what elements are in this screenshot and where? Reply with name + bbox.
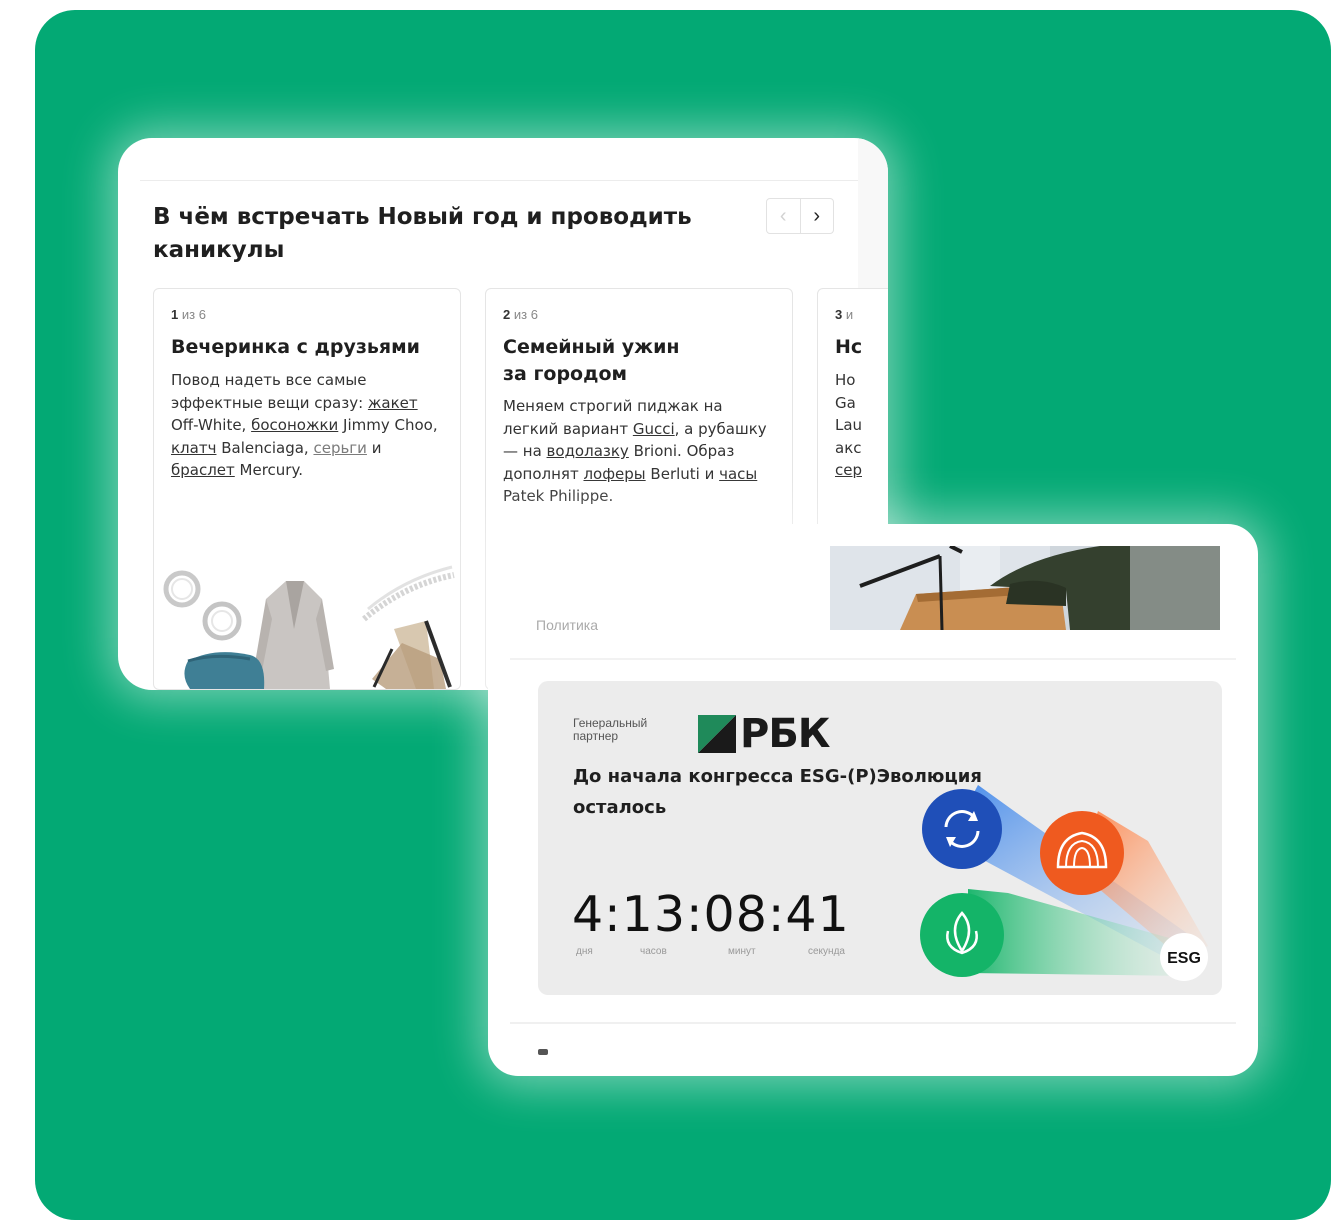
carousel-nav: ‹ › [766,198,834,234]
rbc-logo-text: РБК [740,711,830,757]
product-link-watch[interactable]: часы [719,465,757,483]
divider [510,658,1236,660]
people-icon [1040,811,1124,895]
product-link-jacket[interactable]: жакет [368,394,418,412]
divider [510,1022,1236,1024]
next-block-hint [538,1049,548,1055]
unit-hours: часов [640,946,667,957]
carousel-slide[interactable]: 1 из 6 Вечеринка с друзьями Повод надеть… [153,288,461,690]
slide-description: Повод надеть все самые эффектные вещи ср… [171,371,438,479]
prev-arrow-icon[interactable]: ‹ [767,199,801,233]
product-link-gucci[interactable]: Gucci [633,420,675,438]
slide-description: Меняем строгий пиджак на легкий вариант … [503,397,767,505]
unit-minutes: минут [728,946,756,957]
product-link-clutch[interactable]: клатч [171,439,216,457]
slide-description: Но Ga Lau акс сер [835,371,863,479]
fashion-items-image [163,565,455,689]
slide-title: Семейный ужин за городом [503,336,680,385]
congress-countdown-card: Политика Генеральный партнер РБК До нача… [488,524,1258,1076]
esg-countdown-widget[interactable]: Генеральный партнер РБК До начала конгре… [538,681,1222,995]
next-arrow-icon[interactable]: › [801,199,834,233]
slide-counter: 2 из 6 [503,307,538,322]
rbc-logo[interactable]: РБК [698,711,830,757]
product-link-sandals[interactable]: босоножки [251,416,338,434]
countdown-timer: 4:13:08:41 [572,886,850,943]
divider [140,180,858,181]
esg-graphic: ESG [920,785,1208,981]
leaf-icon [920,893,1004,977]
unit-days: дня [576,946,593,957]
recycle-icon [922,789,1002,869]
slide-counter: 1 из 6 [171,307,206,322]
carousel-title: В чём встречать Новый год и проводить ка… [153,204,692,263]
slide-title: Вечеринка с друзьями [171,336,420,358]
product-link-turtleneck[interactable]: водолазку [547,442,629,460]
product-link-earrings[interactable]: серьги [313,439,366,457]
partner-label: Генеральный партнер [573,716,648,743]
esg-badge-label: ESG [1167,950,1201,967]
rbc-logo-icon [698,715,736,753]
slide-counter: 3 и [835,307,854,322]
countdown-units: дня часов минут секунда [576,946,866,960]
section-label[interactable]: Политика [536,617,598,633]
slide-title: Нс [835,336,863,358]
product-link-loafers[interactable]: лоферы [583,465,645,483]
product-link-bracelet[interactable]: браслет [171,461,235,479]
news-photo[interactable] [830,546,1220,630]
unit-seconds: секунда [808,946,845,957]
